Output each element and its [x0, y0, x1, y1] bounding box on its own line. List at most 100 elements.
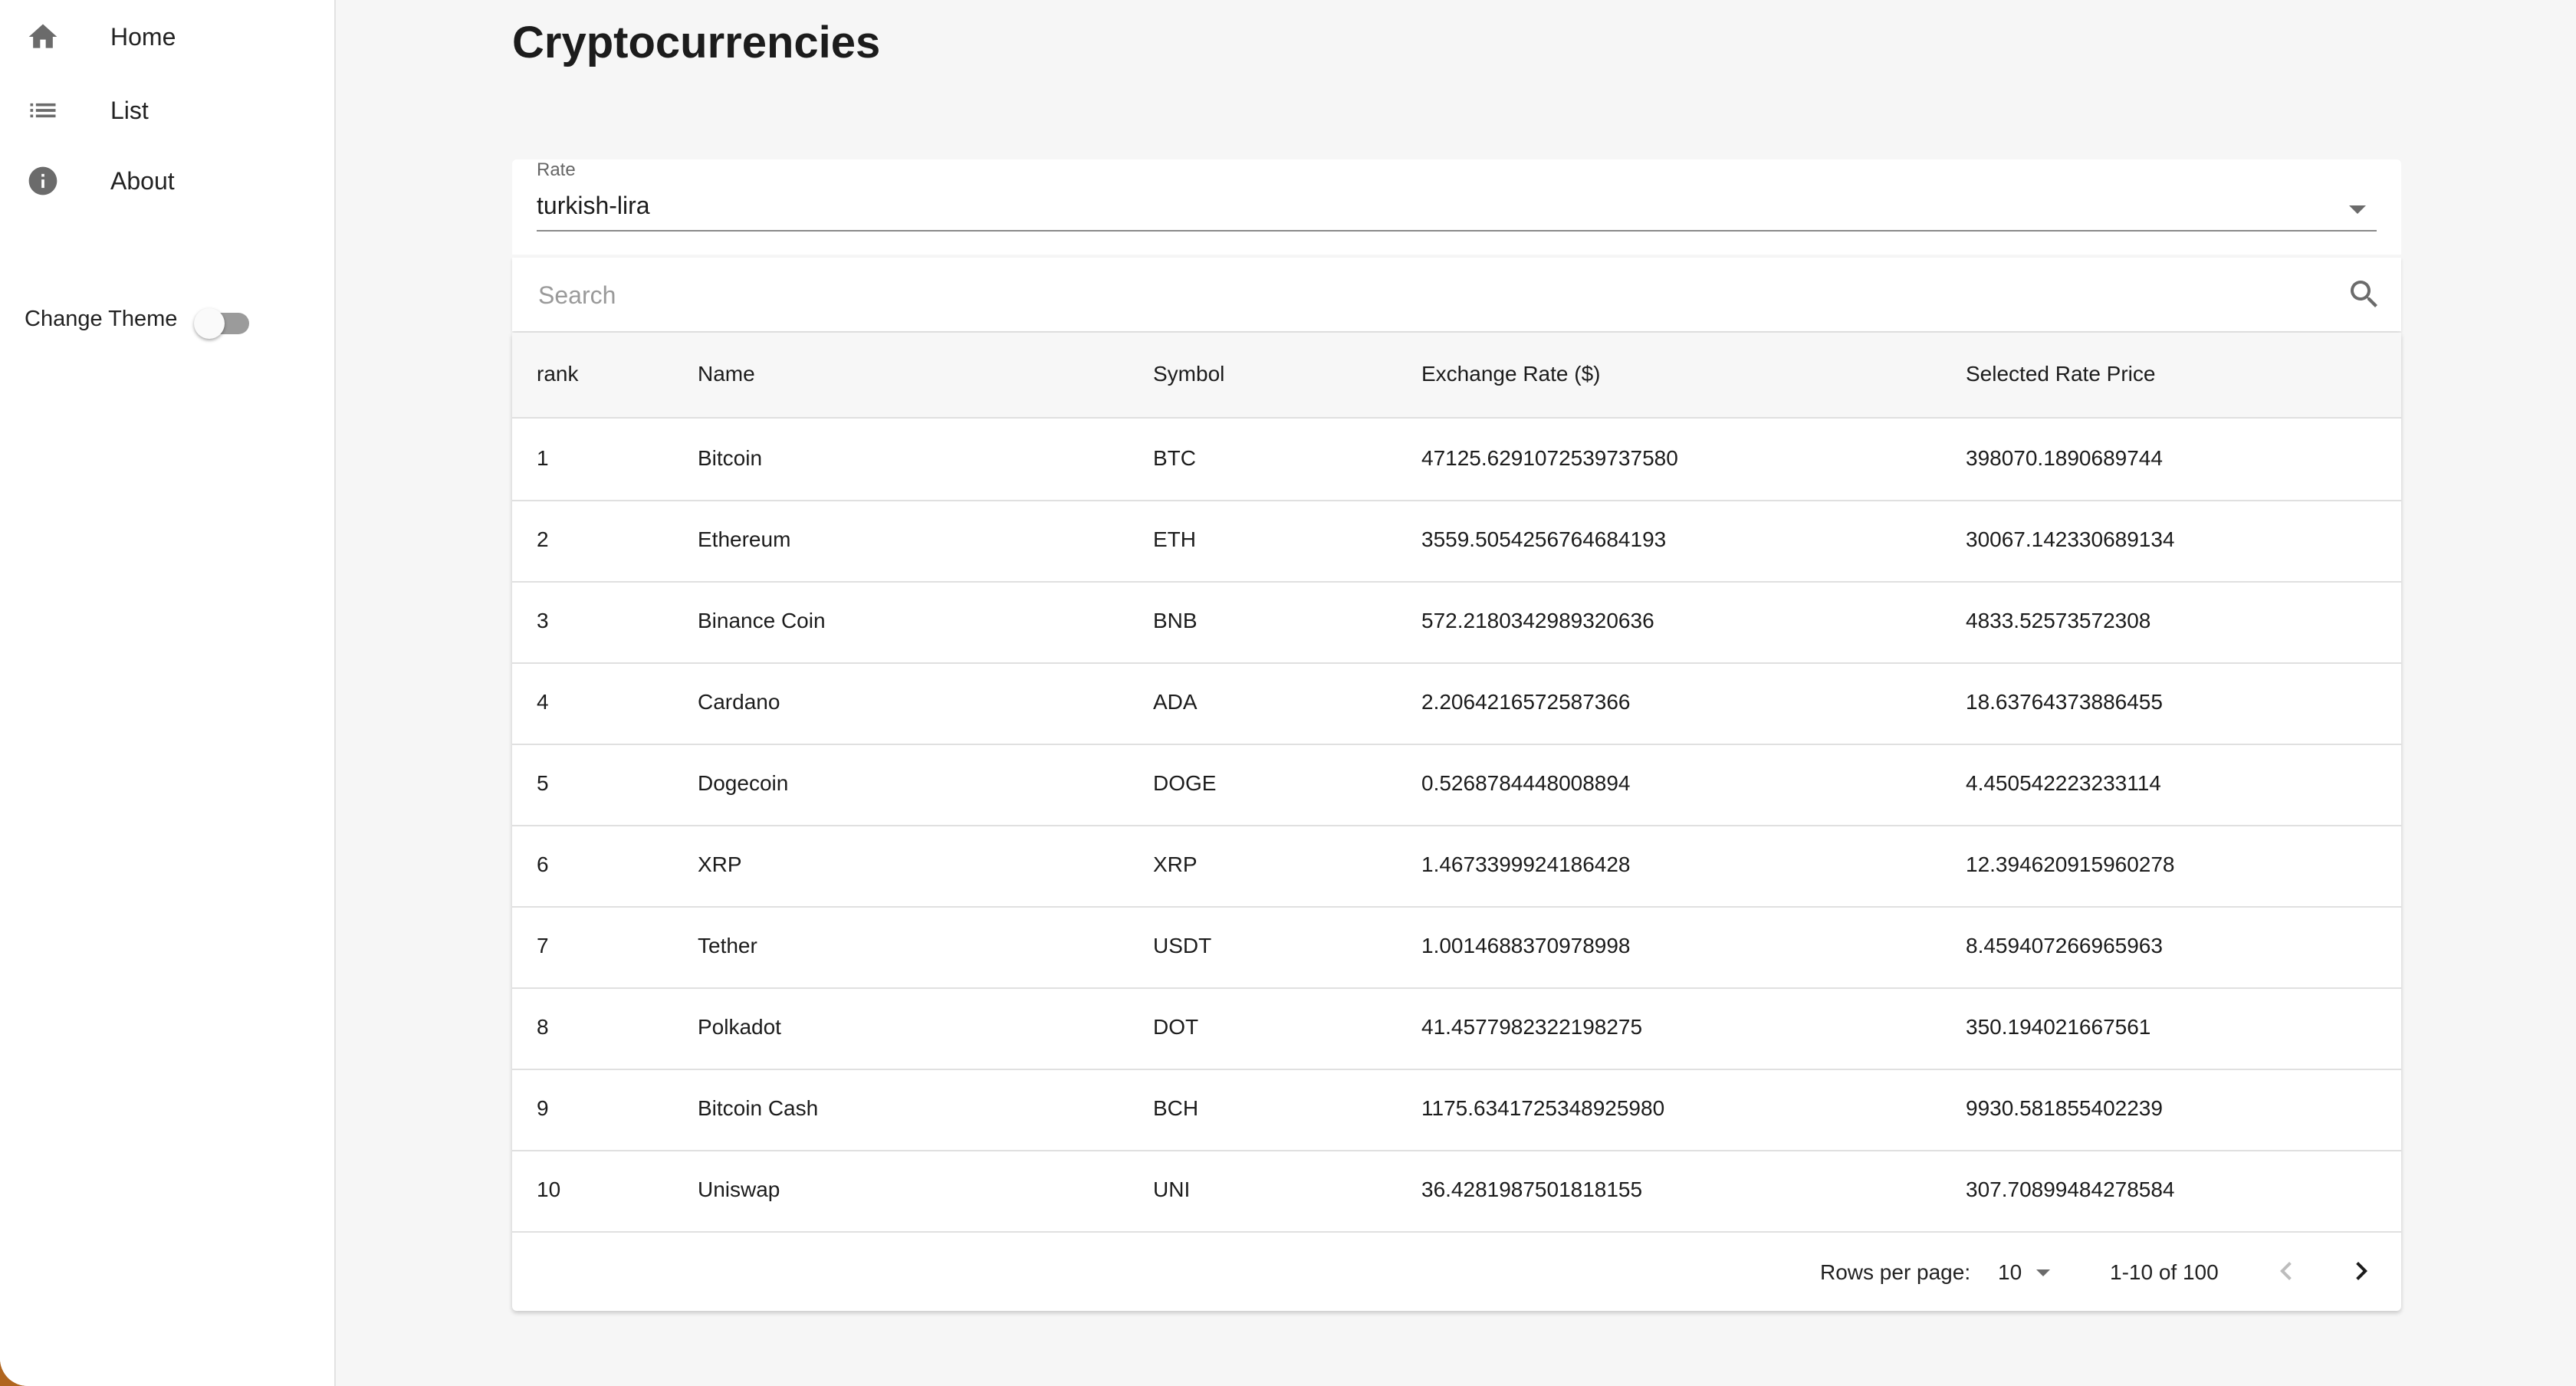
rate-select[interactable]: Rate turkish-lira — [512, 159, 2401, 255]
previous-page-button[interactable] — [2268, 1253, 2305, 1289]
table-row[interactable]: 9 Bitcoin Cash BCH 1175.6341725348925980… — [512, 1069, 2401, 1151]
column-header-symbol[interactable]: Symbol — [1153, 362, 1224, 386]
cell-rank: 7 — [537, 934, 549, 957]
cell-name: Polkadot — [698, 1015, 781, 1039]
table-pagination: Rows per page: 10 1-10 of 100 — [512, 1233, 2401, 1311]
cell-name: Uniswap — [698, 1177, 780, 1201]
cell-symbol: USDT — [1153, 934, 1212, 957]
page-title: Cryptocurrencies — [512, 18, 881, 67]
sidebar-item-list[interactable]: List — [0, 74, 334, 147]
rows-per-page-select[interactable]: 10 — [1998, 1254, 2067, 1291]
search-icon[interactable] — [2346, 276, 2383, 313]
cell-exchange-rate: 41.4577982322198275 — [1421, 1015, 1643, 1039]
cell-selected-rate-price: 398070.1890689744 — [1966, 446, 2163, 470]
home-icon — [26, 20, 60, 54]
pagination-range: 1-10 of 100 — [2110, 1260, 2219, 1284]
cell-selected-rate-price: 12.394620915960278 — [1966, 852, 2175, 876]
cell-selected-rate-price: 350.194021667561 — [1966, 1015, 2151, 1039]
cell-selected-rate-price: 4.450542223233114 — [1966, 771, 2161, 795]
cell-symbol: BTC — [1153, 446, 1196, 470]
cell-symbol: ADA — [1153, 690, 1198, 714]
rate-select-label: Rate — [537, 159, 576, 180]
list-icon — [26, 94, 60, 127]
cell-exchange-rate: 36.4281987501818155 — [1421, 1177, 1643, 1201]
sidebar-item-about[interactable]: About — [0, 144, 334, 218]
table-row[interactable]: 7 Tether USDT 1.0014688370978998 8.45940… — [512, 906, 2401, 989]
cell-rank: 6 — [537, 852, 549, 876]
sidebar-item-label: About — [110, 166, 175, 195]
cell-selected-rate-price: 18.63764373886455 — [1966, 690, 2163, 714]
cell-selected-rate-price: 30067.142330689134 — [1966, 527, 2175, 551]
cell-rank: 4 — [537, 690, 549, 714]
table-row[interactable]: 10 Uniswap UNI 36.4281987501818155 307.7… — [512, 1150, 2401, 1233]
cell-rank: 5 — [537, 771, 549, 795]
search-input[interactable] — [537, 276, 2303, 314]
cell-name: Cardano — [698, 690, 780, 714]
chevron-down-icon — [2036, 1269, 2050, 1276]
cell-symbol: BNB — [1153, 609, 1198, 632]
cell-selected-rate-price: 9930.581855402239 — [1966, 1096, 2163, 1120]
cell-name: Ethereum — [698, 527, 791, 551]
column-header-name[interactable]: Name — [698, 362, 755, 386]
rate-select-underline — [537, 230, 2377, 232]
crypto-table: rank Name Symbol Exchange Rate ($) Selec… — [512, 333, 2401, 1311]
table-row[interactable]: 2 Ethereum ETH 3559.5054256764684193 300… — [512, 500, 2401, 583]
search-bar — [512, 258, 2401, 331]
cell-exchange-rate: 1.4673399924186428 — [1421, 852, 1631, 876]
cell-exchange-rate: 3559.5054256764684193 — [1421, 527, 1667, 551]
cell-name: Bitcoin — [698, 446, 763, 470]
rows-per-page-value: 10 — [1998, 1260, 2022, 1284]
cell-rank: 10 — [537, 1177, 561, 1201]
sidebar-item-label: Home — [110, 22, 176, 51]
sidebar: Home List About Change Theme — [0, 0, 336, 1386]
table-row[interactable]: 5 Dogecoin DOGE 0.5268784448008894 4.450… — [512, 744, 2401, 826]
table-header-row: rank Name Symbol Exchange Rate ($) Selec… — [512, 333, 2401, 419]
cell-selected-rate-price: 8.459407266965963 — [1966, 934, 2163, 957]
table-row[interactable]: 6 XRP XRP 1.4673399924186428 12.39462091… — [512, 825, 2401, 908]
rate-select-value: turkish-lira — [537, 192, 650, 219]
cell-symbol: DOGE — [1153, 771, 1217, 795]
next-page-button[interactable] — [2343, 1253, 2380, 1289]
cell-symbol: BCH — [1153, 1096, 1199, 1120]
column-header-rank[interactable]: rank — [537, 362, 578, 386]
cell-name: Bitcoin Cash — [698, 1096, 819, 1120]
cell-symbol: XRP — [1153, 852, 1198, 876]
cell-selected-rate-price: 307.70899484278584 — [1966, 1177, 2175, 1201]
cell-rank: 9 — [537, 1096, 549, 1120]
table-row[interactable]: 8 Polkadot DOT 41.4577982322198275 350.1… — [512, 987, 2401, 1070]
cell-symbol: ETH — [1153, 527, 1196, 551]
column-header-exchange-rate[interactable]: Exchange Rate ($) — [1421, 362, 1600, 386]
table-row[interactable]: 3 Binance Coin BNB 572.2180342989320636 … — [512, 581, 2401, 664]
info-icon — [26, 164, 60, 198]
sidebar-item-home[interactable]: Home — [0, 0, 334, 74]
cell-symbol: DOT — [1153, 1015, 1199, 1039]
rows-per-page-label: Rows per page: — [1820, 1260, 1971, 1284]
theme-toggle-row: Change Theme — [25, 297, 251, 340]
app-window: Home List About Change Theme Cryptocurre… — [0, 0, 2576, 1386]
cell-name: Binance Coin — [698, 609, 826, 632]
cell-exchange-rate: 0.5268784448008894 — [1421, 771, 1631, 795]
cell-exchange-rate: 2.2064216572587366 — [1421, 690, 1631, 714]
table-row[interactable]: 4 Cardano ADA 2.2064216572587366 18.6376… — [512, 662, 2401, 745]
table-row[interactable]: 1 Bitcoin BTC 47125.6291072539737580 398… — [512, 419, 2401, 501]
cell-exchange-rate: 572.2180342989320636 — [1421, 609, 1654, 632]
cell-selected-rate-price: 4833.52573572308 — [1966, 609, 2151, 632]
cell-exchange-rate: 1175.6341725348925980 — [1421, 1096, 1665, 1120]
cell-rank: 1 — [537, 446, 549, 470]
dropdown-arrow-icon — [2349, 205, 2366, 214]
theme-switch-thumb — [194, 308, 225, 339]
cell-symbol: UNI — [1153, 1177, 1191, 1201]
column-header-selected-rate-price[interactable]: Selected Rate Price — [1966, 362, 2155, 386]
theme-toggle-label: Change Theme — [25, 306, 178, 331]
sidebar-item-label: List — [110, 96, 149, 124]
cell-exchange-rate: 1.0014688370978998 — [1421, 934, 1631, 957]
chevron-right-icon — [2356, 1262, 2367, 1280]
cell-name: Tether — [698, 934, 757, 957]
cell-name: Dogecoin — [698, 771, 789, 795]
cell-exchange-rate: 47125.6291072539737580 — [1421, 446, 1678, 470]
cell-rank: 8 — [537, 1015, 549, 1039]
cell-rank: 2 — [537, 527, 549, 551]
chevron-left-icon — [2280, 1262, 2292, 1280]
theme-switch[interactable] — [194, 304, 251, 339]
cell-name: XRP — [698, 852, 742, 876]
